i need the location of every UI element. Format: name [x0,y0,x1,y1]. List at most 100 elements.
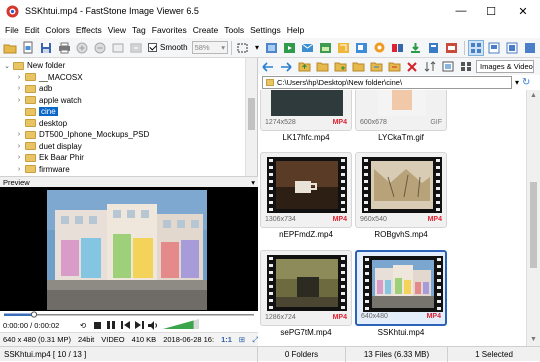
tree-item-new-folder[interactable]: ⌄ New folder [0,60,257,72]
tree-item-apple-watch[interactable]: › apple watch [0,95,257,107]
fit-icon[interactable]: ⊞ [239,335,245,344]
next-frame-icon[interactable] [132,318,146,332]
open-folder-icon[interactable] [2,40,18,56]
menu-tag[interactable]: Tag [129,25,149,35]
seek-bar[interactable] [0,311,258,318]
tree-item-dt500[interactable]: › DT500_Iphone_Mockups_PSD [0,129,257,141]
tree-scrollbar[interactable] [245,58,257,176]
expand-icon[interactable]: › [15,166,23,173]
maximize-button[interactable]: ☐ [476,0,506,22]
scroll-down-icon[interactable]: ▼ [527,334,540,346]
tree-scrollbar-thumb[interactable] [248,98,255,130]
thumbnail-item-selected[interactable]: 640x480 MP4 SSKhtui.mp4 [355,250,447,337]
expand-icon[interactable]: › [15,131,23,138]
tree-item-desktop[interactable]: desktop [0,118,257,130]
collapse-icon[interactable]: ⌄ [3,62,11,70]
thumbnail-scrollbar-thumb[interactable] [530,182,537,268]
refresh-icon[interactable]: ↻ [522,77,530,88]
sort-icon[interactable] [422,59,438,75]
view-layout-icon[interactable] [486,40,502,56]
file-filter-select[interactable]: Images & Video [476,60,534,73]
menu-view[interactable]: View [105,25,129,35]
select-rect-icon[interactable] [235,40,251,56]
volume-slider[interactable] [162,318,200,332]
tree-item-duet-display[interactable]: › duet display [0,141,257,153]
stop-icon[interactable] [90,318,104,332]
info-zoom[interactable]: 1:1 [221,335,232,344]
menu-settings[interactable]: Settings [247,25,284,35]
view-thumbnails-icon[interactable] [468,39,484,56]
zoom-out-icon[interactable] [92,40,108,56]
email-icon[interactable] [299,40,315,56]
new-folder-icon[interactable] [332,59,348,75]
crop-icon[interactable] [335,40,351,56]
thumbnail-size-icon[interactable] [440,59,456,75]
compare-icon[interactable] [389,40,405,56]
pause-icon[interactable] [104,318,118,332]
thumbnail-item[interactable]: 960x540 MP4 ROBgvhS.mp4 [355,152,447,239]
preview-collapse-icon[interactable]: ▾ [251,178,255,187]
move-to-folder-icon[interactable] [386,59,402,75]
thumbnail-item[interactable]: 1306x734 MP4 nEPFmdZ.mp4 [260,152,352,239]
thumbnail-item[interactable]: 600x678 GIF LYCkaTm.gif [355,90,447,142]
grid-view-icon[interactable] [458,59,474,75]
fit-window-icon[interactable] [128,40,144,56]
actual-size-icon[interactable] [110,40,126,56]
fullscreen-icon[interactable] [263,40,279,56]
menu-tools[interactable]: Tools [221,25,247,35]
slideshow-icon[interactable] [281,40,297,56]
expand-icon[interactable]: › [15,74,23,81]
menu-file[interactable]: File [2,25,22,35]
delete-icon[interactable] [404,59,420,75]
tree-item-macosx[interactable]: › __MACOSX [0,72,257,84]
dropdown-arrow-icon[interactable]: ▾ [253,40,261,56]
thumbnail-item[interactable]: 1286x724 MP4 sePG7tM.mp4 [260,250,352,337]
path-input[interactable]: C:\Users\hp\Desktop\New folder\cine\ [262,76,512,89]
expand-icon[interactable]: › [15,143,23,150]
view-fullscreen-icon[interactable] [522,40,538,56]
tree-item-cine[interactable]: cine [0,106,257,118]
previous-frame-icon[interactable] [118,318,132,332]
expand-icon[interactable]: › [15,154,23,161]
resize-icon[interactable] [353,40,369,56]
back-arrow-icon[interactable] [260,59,276,75]
expand-icon[interactable]: › [15,97,23,104]
thumbnail-scrollbar[interactable]: ▲ ▼ [526,90,540,346]
menu-effects[interactable]: Effects [73,25,105,35]
tree-item-firmware[interactable]: › firmware [0,164,257,176]
menu-help[interactable]: Help [284,25,307,35]
up-folder-icon[interactable] [296,59,312,75]
open-file-icon[interactable] [20,40,36,56]
edit-image-icon[interactable] [317,40,333,56]
expand-icon[interactable]: › [15,85,23,92]
smooth-checkbox-box[interactable] [148,43,157,52]
loop-icon[interactable]: ⟲ [76,318,90,332]
zoom-select[interactable]: 58% ▾ [191,41,228,54]
zoom-in-icon[interactable] [74,40,90,56]
view-filmstrip-icon[interactable] [504,40,520,56]
thumbnail-item[interactable]: 1274x528 MP4 LK17hfc.mp4 [260,90,352,142]
info-kind: VIDEO [101,335,125,344]
home-folder-icon[interactable] [314,59,330,75]
smooth-checkbox[interactable]: Smooth [148,43,188,52]
menu-colors[interactable]: Colors [42,25,73,35]
menu-favorites[interactable]: Favorites [149,25,190,35]
save-icon[interactable] [38,40,54,56]
batch-icon[interactable] [425,40,441,56]
path-dropdown-icon[interactable]: ▾ [515,78,519,87]
print-icon[interactable] [56,40,72,56]
tree-item-ek-baar-phir[interactable]: › Ek Baar Phir [0,152,257,164]
forward-arrow-icon[interactable] [278,59,294,75]
download-icon[interactable] [407,40,423,56]
settings-gear-icon[interactable] [371,40,387,56]
menu-create[interactable]: Create [190,25,222,35]
copy-to-folder-icon[interactable] [368,59,384,75]
minimize-button[interactable]: — [446,0,476,22]
image-info-icon[interactable] [443,40,459,56]
close-button[interactable]: ✕ [506,0,540,22]
scroll-up-icon[interactable]: ▲ [527,90,540,102]
tree-item-adb[interactable]: › adb [0,83,257,95]
volume-icon[interactable] [146,318,160,332]
favorite-folder-icon[interactable] [350,59,366,75]
menu-edit[interactable]: Edit [22,25,43,35]
